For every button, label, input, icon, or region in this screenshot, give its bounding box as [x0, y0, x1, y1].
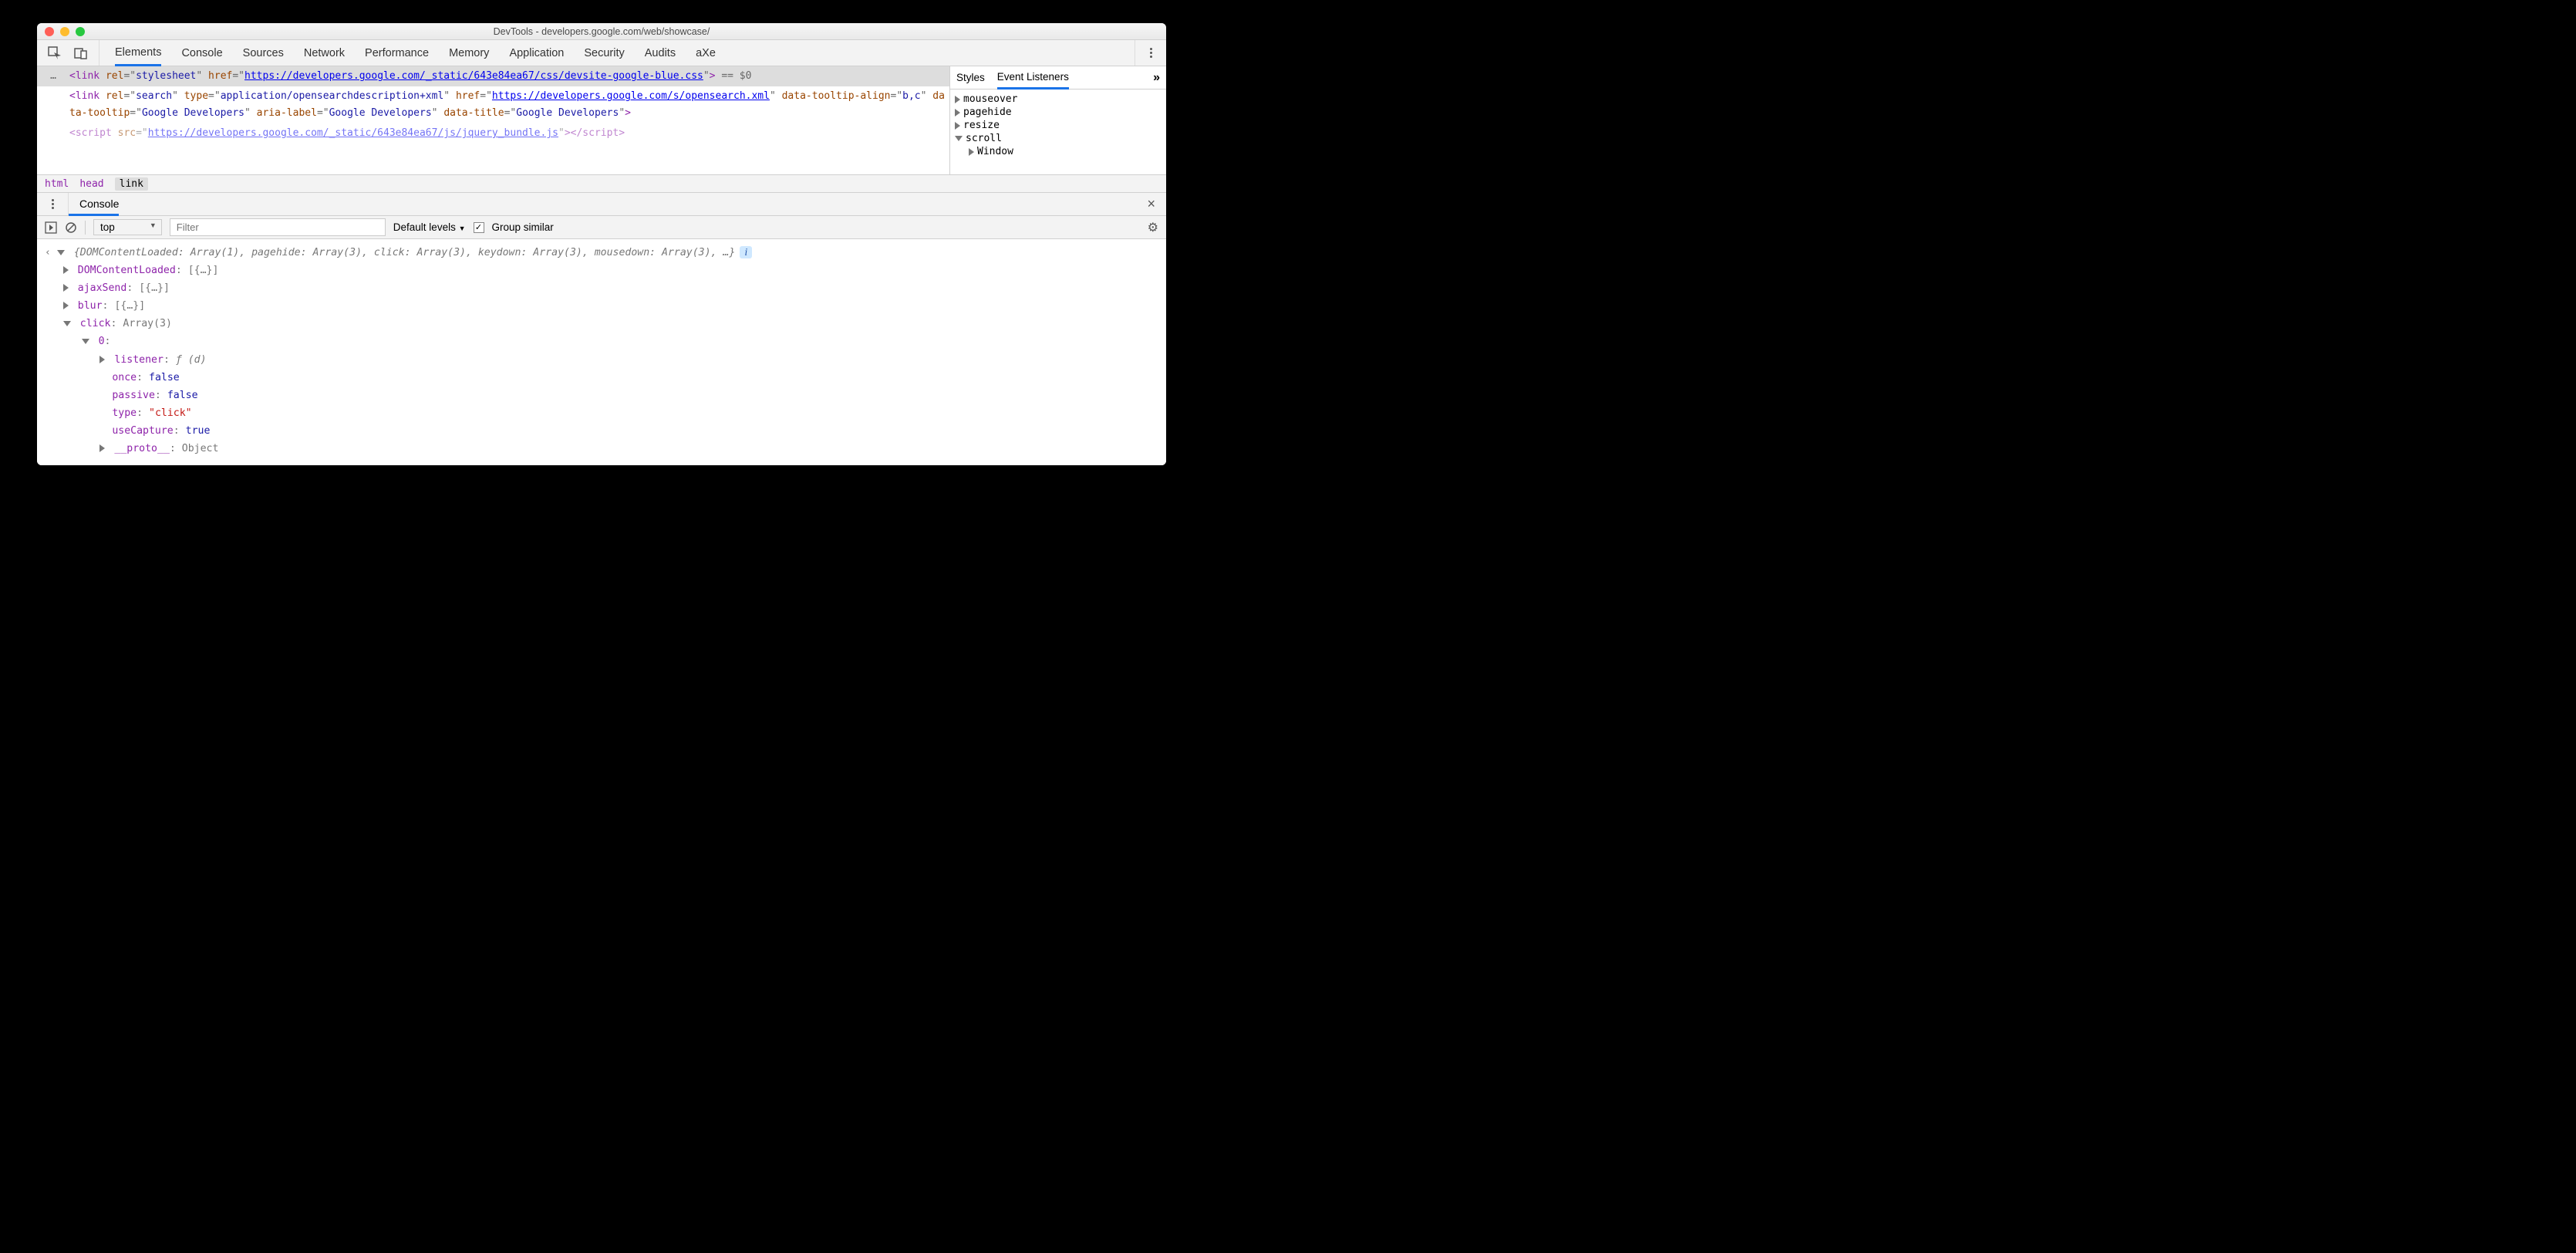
- listener-item-resize[interactable]: resize: [955, 119, 1162, 132]
- listener-child-window[interactable]: Window: [955, 145, 1162, 158]
- crumb-link[interactable]: link: [115, 177, 148, 191]
- back-icon[interactable]: ‹: [45, 247, 57, 258]
- tab-sources[interactable]: Sources: [243, 40, 284, 66]
- tab-application[interactable]: Application: [509, 40, 564, 66]
- tab-audits[interactable]: Audits: [645, 40, 676, 66]
- main-menu-icon[interactable]: [1145, 47, 1157, 59]
- console-object-row[interactable]: __proto__: Object: [45, 440, 1158, 458]
- sidebar-tab-styles[interactable]: Styles: [956, 66, 985, 89]
- execute-icon[interactable]: [45, 221, 57, 234]
- listener-item-scroll[interactable]: scroll: [955, 132, 1162, 145]
- sidebar-tab-event-listeners[interactable]: Event Listeners: [997, 67, 1069, 90]
- dom-selected-node[interactable]: … <link rel="stylesheet" href="https://d…: [37, 66, 949, 86]
- tab-security[interactable]: Security: [584, 40, 624, 66]
- devtools-window: DevTools - developers.google.com/web/sho…: [37, 23, 1166, 465]
- console-filter-input[interactable]: [170, 218, 386, 236]
- drawer-menu-icon[interactable]: [46, 198, 59, 211]
- dom-tree[interactable]: … <link rel="stylesheet" href="https://d…: [37, 66, 950, 174]
- window-title: DevTools - developers.google.com/web/sho…: [37, 26, 1166, 37]
- dom-node-link-stylesheet: <link rel="stylesheet" href="https://dev…: [69, 66, 949, 86]
- tab-axe[interactable]: aXe: [696, 40, 716, 66]
- console-drawer-header: Console ×: [37, 193, 1166, 216]
- context-selector[interactable]: top: [93, 219, 162, 235]
- titlebar: DevTools - developers.google.com/web/sho…: [37, 23, 1166, 40]
- href-link[interactable]: https://developers.google.com/_static/64…: [244, 70, 703, 82]
- console-object-row[interactable]: listener: ƒ (d): [45, 351, 1158, 369]
- log-levels-dropdown[interactable]: Default levels ▼: [393, 221, 466, 233]
- device-toolbar-icon[interactable]: [74, 46, 88, 60]
- console-object-row[interactable]: useCapture: true: [45, 422, 1158, 440]
- tab-performance[interactable]: Performance: [365, 40, 429, 66]
- info-icon[interactable]: i: [740, 246, 752, 258]
- inspect-element-icon[interactable]: [48, 46, 62, 60]
- elements-panel: … <link rel="stylesheet" href="https://d…: [37, 66, 1166, 174]
- event-listeners-list: mouseover pagehide resize scroll Window: [950, 90, 1166, 161]
- console-object-summary[interactable]: ‹ {DOMContentLoaded: Array(1), pagehide:…: [45, 244, 1158, 262]
- dom-node-script[interactable]: <script src="https://developers.google.c…: [37, 123, 949, 144]
- crumb-html[interactable]: html: [45, 178, 69, 190]
- tab-elements[interactable]: Elements: [115, 41, 161, 66]
- console-object-row[interactable]: type: "click": [45, 404, 1158, 422]
- dom-node-link-search[interactable]: <link rel="search" type="application/ope…: [37, 86, 949, 123]
- crumb-head[interactable]: head: [79, 178, 103, 190]
- console-object-row[interactable]: DOMContentLoaded: [{…}]: [45, 262, 1158, 279]
- tab-memory[interactable]: Memory: [449, 40, 489, 66]
- styles-sidebar: Styles Event Listeners » mouseover pageh…: [950, 66, 1166, 174]
- group-similar-checkbox[interactable]: ✓: [474, 222, 484, 233]
- console-object-row[interactable]: blur: [{…}]: [45, 297, 1158, 315]
- listener-item-mouseover[interactable]: mouseover: [955, 93, 1162, 106]
- selected-node-indicator: == $0: [716, 70, 752, 82]
- console-output[interactable]: ‹ {DOMContentLoaded: Array(1), pagehide:…: [37, 239, 1166, 465]
- sidebar-tabs: Styles Event Listeners »: [950, 66, 1166, 90]
- sidebar-more-tabs-icon[interactable]: »: [1153, 71, 1160, 85]
- main-tabs: Elements Console Sources Network Perform…: [99, 40, 716, 66]
- console-settings-icon[interactable]: ⚙: [1148, 220, 1158, 235]
- console-object-row[interactable]: ajaxSend: [{…}]: [45, 279, 1158, 297]
- dom-breadcrumb: html head link: [37, 174, 1166, 193]
- href-link[interactable]: https://developers.google.com/s/opensear…: [492, 90, 770, 102]
- expand-siblings-icon[interactable]: …: [37, 66, 69, 86]
- console-object-row[interactable]: click: Array(3): [45, 315, 1158, 333]
- tab-network[interactable]: Network: [304, 40, 345, 66]
- listener-item-pagehide[interactable]: pagehide: [955, 106, 1162, 119]
- close-drawer-icon[interactable]: ×: [1136, 196, 1166, 212]
- tab-console[interactable]: Console: [181, 40, 222, 66]
- console-object-row[interactable]: 0:: [45, 333, 1158, 350]
- console-toolbar: top Default levels ▼ ✓ Group similar ⚙: [37, 216, 1166, 239]
- drawer-tab-console[interactable]: Console: [69, 194, 119, 216]
- console-object-row[interactable]: passive: false: [45, 387, 1158, 404]
- expand-icon[interactable]: [57, 250, 65, 255]
- group-similar-label: Group similar: [492, 221, 554, 233]
- main-tabstrip: Elements Console Sources Network Perform…: [37, 40, 1166, 66]
- clear-console-icon[interactable]: [65, 221, 77, 234]
- console-object-row[interactable]: once: false: [45, 369, 1158, 387]
